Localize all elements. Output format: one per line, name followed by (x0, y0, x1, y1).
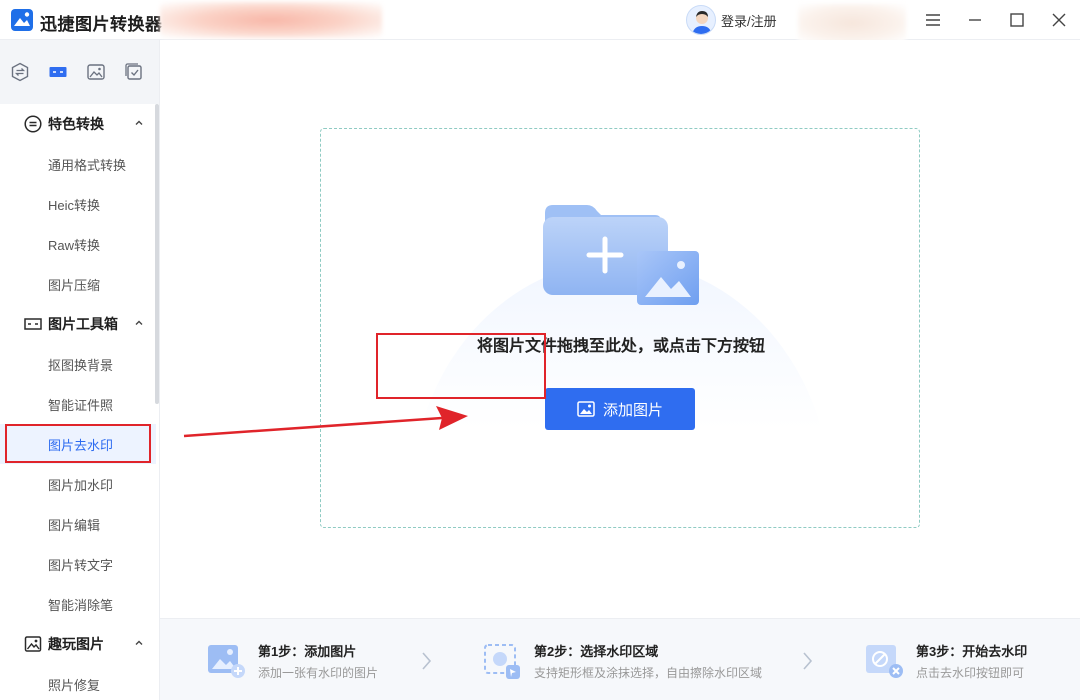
close-icon (1052, 13, 1066, 27)
login-label: 登录/注册 (721, 13, 777, 29)
blurred-banner (160, 2, 382, 38)
fun-image-group-icon (24, 635, 42, 653)
tab-batch[interactable] (122, 60, 145, 84)
toolbox-group-icon (24, 315, 42, 333)
maximize-icon (1010, 13, 1024, 27)
image-sparkle-icon (86, 64, 105, 80)
tab-convert[interactable] (8, 60, 31, 84)
chevron-right-icon (422, 652, 432, 670)
sidebar-item-heic[interactable]: Heic转换 (0, 184, 156, 224)
login-button[interactable]: 登录/注册 (686, 5, 777, 35)
sidebar-item-compress[interactable]: 图片压缩 (0, 264, 156, 304)
add-image-label: 添加图片 (602, 401, 663, 419)
sidebar-icon-tabs (0, 40, 159, 104)
sidebar-item-cutout[interactable]: 抠图换背景 (0, 344, 156, 384)
sidebar-group-label: 特色转换 (48, 116, 104, 132)
title-bar: 迅捷图片转换器 登录/注册 (0, 0, 1080, 42)
steps-bar: 第1步：添加图片 添加一张有水印的图片 第2步：选择水印区域 支持矩形框及涂抹选… (160, 618, 1080, 700)
add-image-button[interactable]: 添加图片 (545, 388, 695, 430)
close-button[interactable] (1047, 8, 1071, 32)
select-area-step-icon (484, 644, 520, 679)
image-icon (577, 401, 595, 417)
step-desc: 支持矩形框及涂抹选择，自由擦除水印区域 (534, 666, 763, 680)
sidebar-scrollbar[interactable] (155, 104, 159, 404)
sidebar-item-add-watermark[interactable]: 图片加水印 (0, 464, 156, 504)
drop-zone[interactable]: 将图片文件拖拽至此处，或点击下方按钮 添加图片 (320, 128, 920, 528)
hamburger-icon (926, 14, 940, 26)
sidebar-nav: 特色转换 通用格式转换 Heic转换 Raw转换 图片压缩 图片工具箱 抠图换背… (0, 104, 156, 700)
tab-fun-image[interactable] (84, 60, 107, 84)
main-content: 将图片文件拖拽至此处，或点击下方按钮 添加图片 (160, 40, 1080, 618)
chevron-up-icon (135, 320, 143, 325)
sidebar-group-label: 图片工具箱 (48, 316, 118, 332)
avatar-icon (686, 5, 716, 35)
sidebar-group-feature-convert[interactable]: 特色转换 (0, 104, 156, 144)
sidebar-item-image-to-text[interactable]: 图片转文字 (0, 544, 156, 584)
tab-toolbox[interactable] (46, 60, 69, 84)
minimize-icon (969, 19, 981, 21)
sidebar-item-smart-eraser[interactable]: 智能消除笔 (0, 584, 156, 624)
chevron-right-icon (803, 652, 813, 670)
sidebar-item-remove-watermark[interactable]: 图片去水印 (0, 424, 156, 464)
chevron-up-icon (135, 120, 143, 125)
add-folder-image-icon (543, 205, 699, 305)
app-title: 迅捷图片转换器 (40, 15, 163, 34)
sidebar: 特色转换 通用格式转换 Heic转换 Raw转换 图片压缩 图片工具箱 抠图换背… (0, 40, 160, 700)
sidebar-group-toolbox[interactable]: 图片工具箱 (0, 304, 156, 344)
sidebar-item-raw[interactable]: Raw转换 (0, 224, 156, 264)
sidebar-group-label: 趣玩图片 (48, 636, 104, 652)
drop-hint: 将图片文件拖拽至此处，或点击下方按钮 (476, 338, 765, 355)
add-image-step-icon (208, 645, 245, 678)
sidebar-group-fun-image[interactable]: 趣玩图片 (0, 624, 156, 664)
checklist-icon (124, 63, 142, 80)
step-desc: 点击去水印按钮即可 (916, 666, 1025, 680)
maximize-button[interactable] (1005, 8, 1029, 32)
step-desc: 添加一张有水印的图片 (258, 666, 379, 680)
step-title: 第3步：开始去水印 (916, 644, 1028, 659)
sidebar-item-photo-restore[interactable]: 照片修复 (0, 664, 156, 700)
sidebar-item-id-photo[interactable]: 智能证件照 (0, 384, 156, 424)
sidebar-item-general-format[interactable]: 通用格式转换 (0, 144, 156, 184)
remove-watermark-step-icon (866, 645, 903, 678)
step-title: 第1步：添加图片 (258, 644, 357, 659)
sidebar-item-image-edit[interactable]: 图片编辑 (0, 504, 156, 544)
minimize-button[interactable] (963, 8, 987, 32)
chevron-up-icon (135, 640, 143, 645)
step-title: 第2步：选择水印区域 (534, 644, 659, 659)
app-logo-icon (11, 9, 33, 31)
convert-group-icon (24, 115, 42, 133)
blurred-vip-badge (798, 4, 906, 42)
toolbox-icon (49, 67, 66, 77)
convert-icon (11, 62, 28, 82)
menu-button[interactable] (921, 8, 945, 32)
